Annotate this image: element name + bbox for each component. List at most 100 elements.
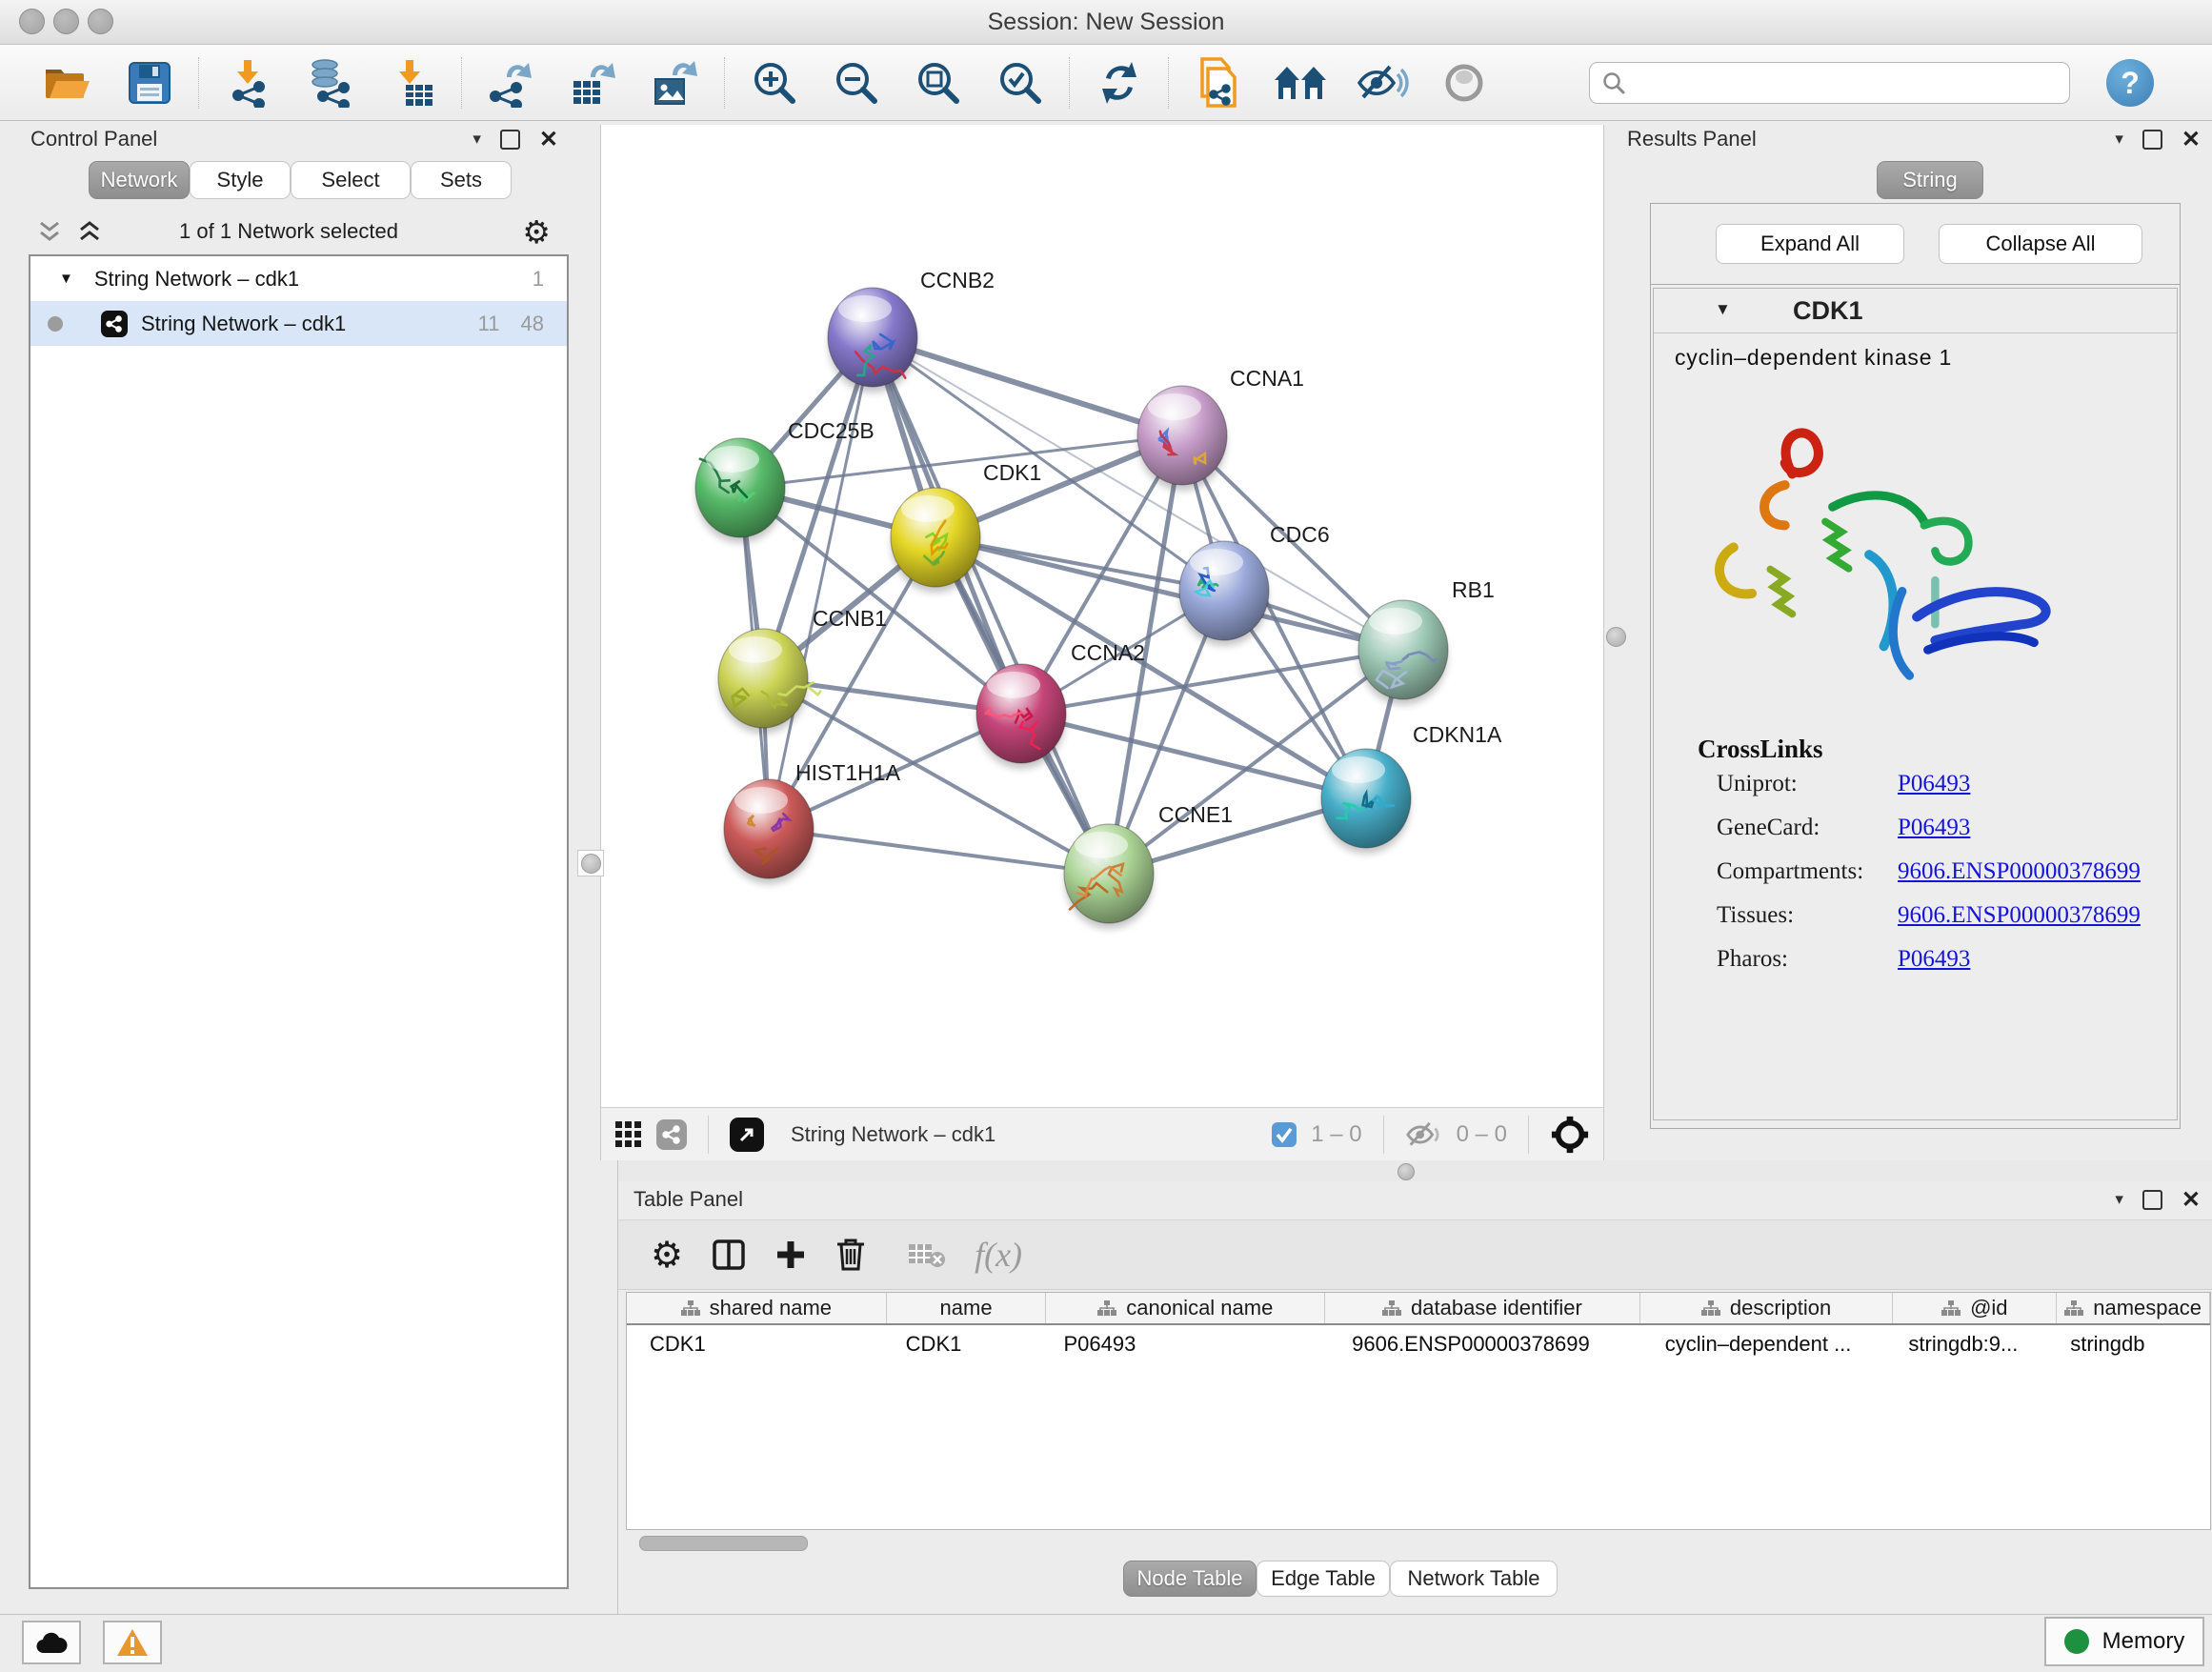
collapse-all-button[interactable]: Collapse All: [1939, 224, 2142, 264]
zoom-fit-button[interactable]: [897, 52, 979, 113]
crosshair-icon[interactable]: [1550, 1115, 1590, 1155]
table-cell[interactable]: cyclin–dependent ...: [1640, 1332, 1894, 1357]
network-from-selection-button[interactable]: [1177, 52, 1259, 113]
title-bar: Session: New Session: [0, 0, 2212, 45]
column-header-namespace[interactable]: namespace: [2057, 1293, 2210, 1323]
open-session-button[interactable]: [27, 52, 109, 113]
table-cell[interactable]: CDK1: [627, 1332, 887, 1357]
entry-collapse-caret-icon[interactable]: ▼: [1715, 300, 1731, 319]
control-panel-tabs: NetworkStyleSelectSets: [8, 161, 570, 203]
crosslink-link[interactable]: P06493: [1898, 946, 1970, 990]
table-cell[interactable]: CDK1: [887, 1332, 1047, 1357]
tab-network-table[interactable]: Network Table: [1390, 1561, 1558, 1597]
panel-close-icon[interactable]: ✕: [2182, 1186, 2201, 1214]
panel-menu-icon[interactable]: ▾: [473, 130, 481, 149]
import-table-button[interactable]: [372, 52, 453, 113]
birdseye-view-icon[interactable]: [730, 1118, 764, 1152]
zoom-selected-button[interactable]: [979, 52, 1061, 113]
node-RB1[interactable]: RB1: [1358, 577, 1495, 705]
table-row[interactable]: CDK1CDK1P064939606.ENSP00000378699cyclin…: [627, 1325, 2210, 1363]
tab-select[interactable]: Select: [291, 161, 411, 199]
expand-all-button[interactable]: Expand All: [1716, 224, 1904, 264]
show-hidden-button[interactable]: [1423, 52, 1505, 113]
window-close-button[interactable]: [19, 9, 45, 34]
help-button[interactable]: ?: [2106, 59, 2154, 107]
memory-button[interactable]: Memory: [2044, 1617, 2204, 1666]
crosslink-link[interactable]: 9606.ENSP00000378699: [1898, 858, 2141, 902]
column-header-canonical-name[interactable]: canonical name: [1046, 1293, 1325, 1323]
panel-menu-icon[interactable]: ▾: [2115, 1190, 2123, 1209]
tab-style[interactable]: Style: [190, 161, 291, 199]
panel-menu-icon[interactable]: ▾: [2115, 130, 2123, 149]
edge-CDK1-RB1[interactable]: [935, 537, 1403, 650]
tab-string[interactable]: String: [1877, 161, 1983, 199]
export-network-button[interactable]: [471, 52, 553, 113]
crosslink-link[interactable]: P06493: [1898, 771, 1970, 815]
column-header-description[interactable]: description: [1640, 1293, 1894, 1323]
export-table-icon: [570, 58, 617, 108]
import-network-from-database-button[interactable]: [290, 52, 372, 113]
node-CDKN1A[interactable]: CDKN1A: [1321, 722, 1502, 854]
tab-edge-table[interactable]: Edge Table: [1257, 1561, 1390, 1597]
delete-column-icon[interactable]: [835, 1238, 866, 1272]
add-column-icon[interactable]: [774, 1239, 807, 1271]
tab-network[interactable]: Network: [89, 161, 190, 199]
export-table-button[interactable]: [553, 52, 634, 113]
cloud-status-button[interactable]: [22, 1621, 81, 1664]
table-cell[interactable]: P06493: [1046, 1332, 1325, 1357]
tab-sets[interactable]: Sets: [411, 161, 512, 199]
column-header-database-identifier[interactable]: database identifier: [1325, 1293, 1640, 1323]
string-view-icon[interactable]: [656, 1119, 687, 1150]
refresh-button[interactable]: [1078, 52, 1160, 113]
hidden-eye-slash-icon[interactable]: [1405, 1120, 1443, 1149]
grid-view-icon[interactable]: [614, 1120, 643, 1149]
table-horizontal-scrollbar[interactable]: [626, 1534, 2211, 1551]
node-CCNB2[interactable]: CCNB2: [828, 268, 995, 393]
warning-status-button[interactable]: [103, 1621, 162, 1664]
edge-CCNA2-CDKN1A[interactable]: [1021, 714, 1366, 798]
table-cell[interactable]: stringdb:9...: [1893, 1332, 2057, 1357]
panel-float-icon[interactable]: [2142, 130, 2162, 150]
search-input[interactable]: [1626, 70, 2069, 96]
edge-CCNB2-CCNA1[interactable]: [873, 337, 1182, 435]
function-builder-icon[interactable]: f(x): [975, 1235, 1022, 1275]
column-header-shared-name[interactable]: shared name: [627, 1293, 887, 1323]
tab-node-table[interactable]: Node Table: [1123, 1561, 1257, 1597]
node-HIST1H1A[interactable]: HIST1H1A: [724, 760, 901, 884]
panel-float-icon[interactable]: [2142, 1190, 2162, 1210]
network-row[interactable]: String Network – cdk1 11 48: [30, 301, 567, 346]
panel-close-icon[interactable]: ✕: [2182, 126, 2201, 153]
collection-expand-caret-icon[interactable]: ▼: [59, 271, 73, 287]
table-cell[interactable]: stringdb: [2057, 1332, 2210, 1357]
save-session-button[interactable]: [109, 52, 191, 113]
zoom-out-button[interactable]: [815, 52, 897, 113]
panel-float-icon[interactable]: [500, 130, 520, 150]
import-network-from-file-button[interactable]: [208, 52, 290, 113]
gene-entry-header[interactable]: ▼ CDK1: [1654, 289, 2177, 333]
table-cell[interactable]: 9606.ENSP00000378699: [1325, 1332, 1640, 1357]
hide-selected-button[interactable]: [1341, 52, 1423, 113]
window-zoom-button[interactable]: [88, 9, 113, 34]
network-collection-row[interactable]: ▼ String Network – cdk1 1: [30, 256, 567, 301]
delete-table-icon[interactable]: [908, 1240, 946, 1269]
panel-close-icon[interactable]: ✕: [539, 126, 558, 153]
node-CDK1[interactable]: CDK1: [891, 460, 1041, 593]
show-columns-icon[interactable]: [712, 1238, 746, 1272]
left-splitter-handle[interactable]: [577, 850, 604, 876]
crosslink-link[interactable]: 9606.ENSP00000378699: [1898, 902, 2141, 946]
column-header--id[interactable]: @id: [1893, 1293, 2057, 1323]
scrollbar-thumb[interactable]: [639, 1536, 808, 1551]
export-image-button[interactable]: [634, 52, 716, 113]
window-minimize-button[interactable]: [53, 9, 79, 34]
crosslink-link[interactable]: P06493: [1898, 815, 1970, 858]
edge-CCNB2-CCNE1[interactable]: [873, 337, 1109, 874]
zoom-in-button[interactable]: [734, 52, 815, 113]
column-header-name[interactable]: name: [887, 1293, 1047, 1323]
node-CCNE1[interactable]: CCNE1: [1064, 802, 1233, 929]
selected-nodes-checkbox-icon[interactable]: [1271, 1121, 1297, 1148]
network-canvas[interactable]: CCNB2CCNA1CDC25BCDK1CDC6RB1CCNB1CCNA2CDK…: [601, 125, 1605, 1107]
houses-button[interactable]: [1259, 52, 1341, 113]
edge-HIST1H1A-CCNE1[interactable]: [769, 829, 1109, 874]
table-options-gear-icon[interactable]: ⚙: [651, 1234, 683, 1277]
horizontal-splitter[interactable]: [618, 1160, 2212, 1181]
